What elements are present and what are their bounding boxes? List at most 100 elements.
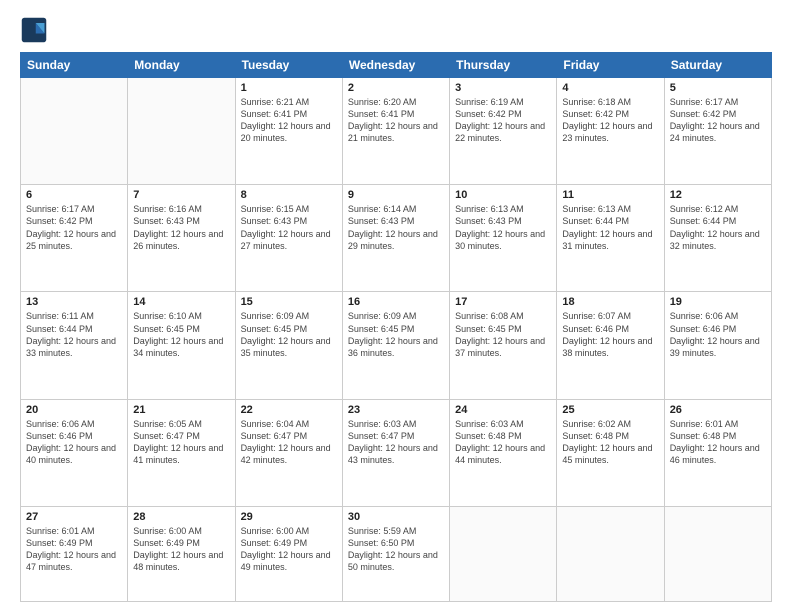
day-number: 15: [241, 296, 337, 308]
weekday-header: Tuesday: [235, 53, 342, 78]
calendar-week-row: 27Sunrise: 6:01 AMSunset: 6:49 PMDayligh…: [21, 506, 772, 601]
weekday-header-row: SundayMondayTuesdayWednesdayThursdayFrid…: [21, 53, 772, 78]
calendar-cell: [664, 506, 771, 601]
header: [20, 16, 772, 44]
day-number: 30: [348, 511, 444, 523]
calendar-cell: 10 Sunrise: 6:13 AMSunset: 6:43 PMDayligh…: [450, 185, 557, 292]
day-info: Sunrise: 6:21 AMSunset: 6:41 PMDaylight:…: [241, 96, 337, 145]
calendar-cell: 6 Sunrise: 6:17 AMSunset: 6:42 PMDaylight…: [21, 185, 128, 292]
day-number: 18: [562, 296, 658, 308]
calendar-cell: 28 Sunrise: 6:00 AMSunset: 6:49 PMDayligh…: [128, 506, 235, 601]
calendar-table: SundayMondayTuesdayWednesdayThursdayFrid…: [20, 52, 772, 602]
day-info: Sunrise: 6:15 AMSunset: 6:43 PMDaylight:…: [241, 203, 337, 252]
day-info: Sunrise: 6:00 AMSunset: 6:49 PMDaylight:…: [133, 525, 229, 574]
calendar-cell: 19 Sunrise: 6:06 AMSunset: 6:46 PMDayligh…: [664, 292, 771, 399]
calendar-week-row: 20Sunrise: 6:06 AMSunset: 6:46 PMDayligh…: [21, 399, 772, 506]
weekday-header: Sunday: [21, 53, 128, 78]
calendar-cell: 18 Sunrise: 6:07 AMSunset: 6:46 PMDayligh…: [557, 292, 664, 399]
day-info: Sunrise: 6:08 AMSunset: 6:45 PMDaylight:…: [455, 310, 551, 359]
day-number: 22: [241, 404, 337, 416]
weekday-header: Wednesday: [342, 53, 449, 78]
calendar-cell: 26Sunrise: 6:01 AMSunset: 6:48 PMDayligh…: [664, 399, 771, 506]
day-info: Sunrise: 6:07 AMSunset: 6:46 PMDaylight:…: [562, 310, 658, 359]
day-number: 17: [455, 296, 551, 308]
day-number: 4: [562, 82, 658, 94]
day-info: Sunrise: 6:05 AMSunset: 6:47 PMDaylight:…: [133, 418, 229, 467]
day-number: 12: [670, 189, 766, 201]
calendar-cell: 25 Sunrise: 6:02 AMSunset: 6:48 PMDayligh…: [557, 399, 664, 506]
day-info: Sunrise: 5:59 AMSunset: 6:50 PMDaylight:…: [348, 525, 444, 574]
weekday-header: Friday: [557, 53, 664, 78]
day-number: 1: [241, 82, 337, 94]
calendar-cell: 5 Sunrise: 6:17 AMSunset: 6:42 PMDaylight…: [664, 78, 771, 185]
day-info: Sunrise: 6:03 AMSunset: 6:48 PMDaylight:…: [455, 418, 551, 467]
day-info: Sunrise: 6:17 AMSunset: 6:42 PMDaylight:…: [26, 203, 122, 252]
day-info: Sunrise: 6:01 AMSunset: 6:49 PMDaylight:…: [26, 525, 122, 574]
calendar-cell: 8 Sunrise: 6:15 AMSunset: 6:43 PMDaylight…: [235, 185, 342, 292]
day-number: 14: [133, 296, 229, 308]
calendar-cell: 7Sunrise: 6:16 AMSunset: 6:43 PMDaylight…: [128, 185, 235, 292]
day-info: Sunrise: 6:01 AMSunset: 6:48 PMDaylight:…: [670, 418, 766, 467]
day-info: Sunrise: 6:17 AMSunset: 6:42 PMDaylight:…: [670, 96, 766, 145]
calendar-cell: 9 Sunrise: 6:14 AMSunset: 6:43 PMDaylight…: [342, 185, 449, 292]
day-info: Sunrise: 6:02 AMSunset: 6:48 PMDaylight:…: [562, 418, 658, 467]
day-number: 8: [241, 189, 337, 201]
calendar-cell: 17 Sunrise: 6:08 AMSunset: 6:45 PMDayligh…: [450, 292, 557, 399]
page: SundayMondayTuesdayWednesdayThursdayFrid…: [0, 0, 792, 612]
calendar-cell: [128, 78, 235, 185]
day-info: Sunrise: 6:20 AMSunset: 6:41 PMDaylight:…: [348, 96, 444, 145]
day-number: 24: [455, 404, 551, 416]
day-number: 25: [562, 404, 658, 416]
calendar-cell: 4 Sunrise: 6:18 AMSunset: 6:42 PMDaylight…: [557, 78, 664, 185]
day-info: Sunrise: 6:06 AMSunset: 6:46 PMDaylight:…: [670, 310, 766, 359]
day-info: Sunrise: 6:12 AMSunset: 6:44 PMDaylight:…: [670, 203, 766, 252]
day-info: Sunrise: 6:13 AMSunset: 6:43 PMDaylight:…: [455, 203, 551, 252]
day-info: Sunrise: 6:13 AMSunset: 6:44 PMDaylight:…: [562, 203, 658, 252]
day-number: 28: [133, 511, 229, 523]
day-info: Sunrise: 6:11 AMSunset: 6:44 PMDaylight:…: [26, 310, 122, 359]
day-info: Sunrise: 6:09 AMSunset: 6:45 PMDaylight:…: [241, 310, 337, 359]
day-number: 6: [26, 189, 122, 201]
day-number: 13: [26, 296, 122, 308]
calendar-cell: 27Sunrise: 6:01 AMSunset: 6:49 PMDayligh…: [21, 506, 128, 601]
calendar-cell: 23 Sunrise: 6:03 AMSunset: 6:47 PMDayligh…: [342, 399, 449, 506]
calendar-cell: 2Sunrise: 6:20 AMSunset: 6:41 PMDaylight…: [342, 78, 449, 185]
day-number: 21: [133, 404, 229, 416]
calendar-cell: 22 Sunrise: 6:04 AMSunset: 6:47 PMDayligh…: [235, 399, 342, 506]
calendar-cell: 1 Sunrise: 6:21 AMSunset: 6:41 PMDaylight…: [235, 78, 342, 185]
calendar-cell: 11 Sunrise: 6:13 AMSunset: 6:44 PMDayligh…: [557, 185, 664, 292]
calendar-cell: 16Sunrise: 6:09 AMSunset: 6:45 PMDayligh…: [342, 292, 449, 399]
day-info: Sunrise: 6:09 AMSunset: 6:45 PMDaylight:…: [348, 310, 444, 359]
day-info: Sunrise: 6:04 AMSunset: 6:47 PMDaylight:…: [241, 418, 337, 467]
calendar-cell: [21, 78, 128, 185]
calendar-cell: 24 Sunrise: 6:03 AMSunset: 6:48 PMDayligh…: [450, 399, 557, 506]
logo-icon: [20, 16, 48, 44]
day-info: Sunrise: 6:19 AMSunset: 6:42 PMDaylight:…: [455, 96, 551, 145]
day-number: 10: [455, 189, 551, 201]
calendar-week-row: 6 Sunrise: 6:17 AMSunset: 6:42 PMDaylight…: [21, 185, 772, 292]
day-info: Sunrise: 6:18 AMSunset: 6:42 PMDaylight:…: [562, 96, 658, 145]
weekday-header: Saturday: [664, 53, 771, 78]
day-number: 5: [670, 82, 766, 94]
day-number: 19: [670, 296, 766, 308]
day-number: 3: [455, 82, 551, 94]
day-info: Sunrise: 6:00 AMSunset: 6:49 PMDaylight:…: [241, 525, 337, 574]
day-info: Sunrise: 6:03 AMSunset: 6:47 PMDaylight:…: [348, 418, 444, 467]
day-number: 23: [348, 404, 444, 416]
calendar-cell: 21 Sunrise: 6:05 AMSunset: 6:47 PMDayligh…: [128, 399, 235, 506]
day-number: 11: [562, 189, 658, 201]
calendar-cell: [557, 506, 664, 601]
calendar-cell: 29Sunrise: 6:00 AMSunset: 6:49 PMDayligh…: [235, 506, 342, 601]
calendar-week-row: 1 Sunrise: 6:21 AMSunset: 6:41 PMDaylight…: [21, 78, 772, 185]
weekday-header: Thursday: [450, 53, 557, 78]
day-info: Sunrise: 6:06 AMSunset: 6:46 PMDaylight:…: [26, 418, 122, 467]
day-info: Sunrise: 6:14 AMSunset: 6:43 PMDaylight:…: [348, 203, 444, 252]
calendar-week-row: 13 Sunrise: 6:11 AMSunset: 6:44 PMDayligh…: [21, 292, 772, 399]
logo: [20, 16, 52, 44]
calendar-cell: 14 Sunrise: 6:10 AMSunset: 6:45 PMDayligh…: [128, 292, 235, 399]
day-info: Sunrise: 6:10 AMSunset: 6:45 PMDaylight:…: [133, 310, 229, 359]
day-number: 7: [133, 189, 229, 201]
calendar-cell: 13 Sunrise: 6:11 AMSunset: 6:44 PMDayligh…: [21, 292, 128, 399]
day-number: 9: [348, 189, 444, 201]
calendar-cell: 15 Sunrise: 6:09 AMSunset: 6:45 PMDayligh…: [235, 292, 342, 399]
